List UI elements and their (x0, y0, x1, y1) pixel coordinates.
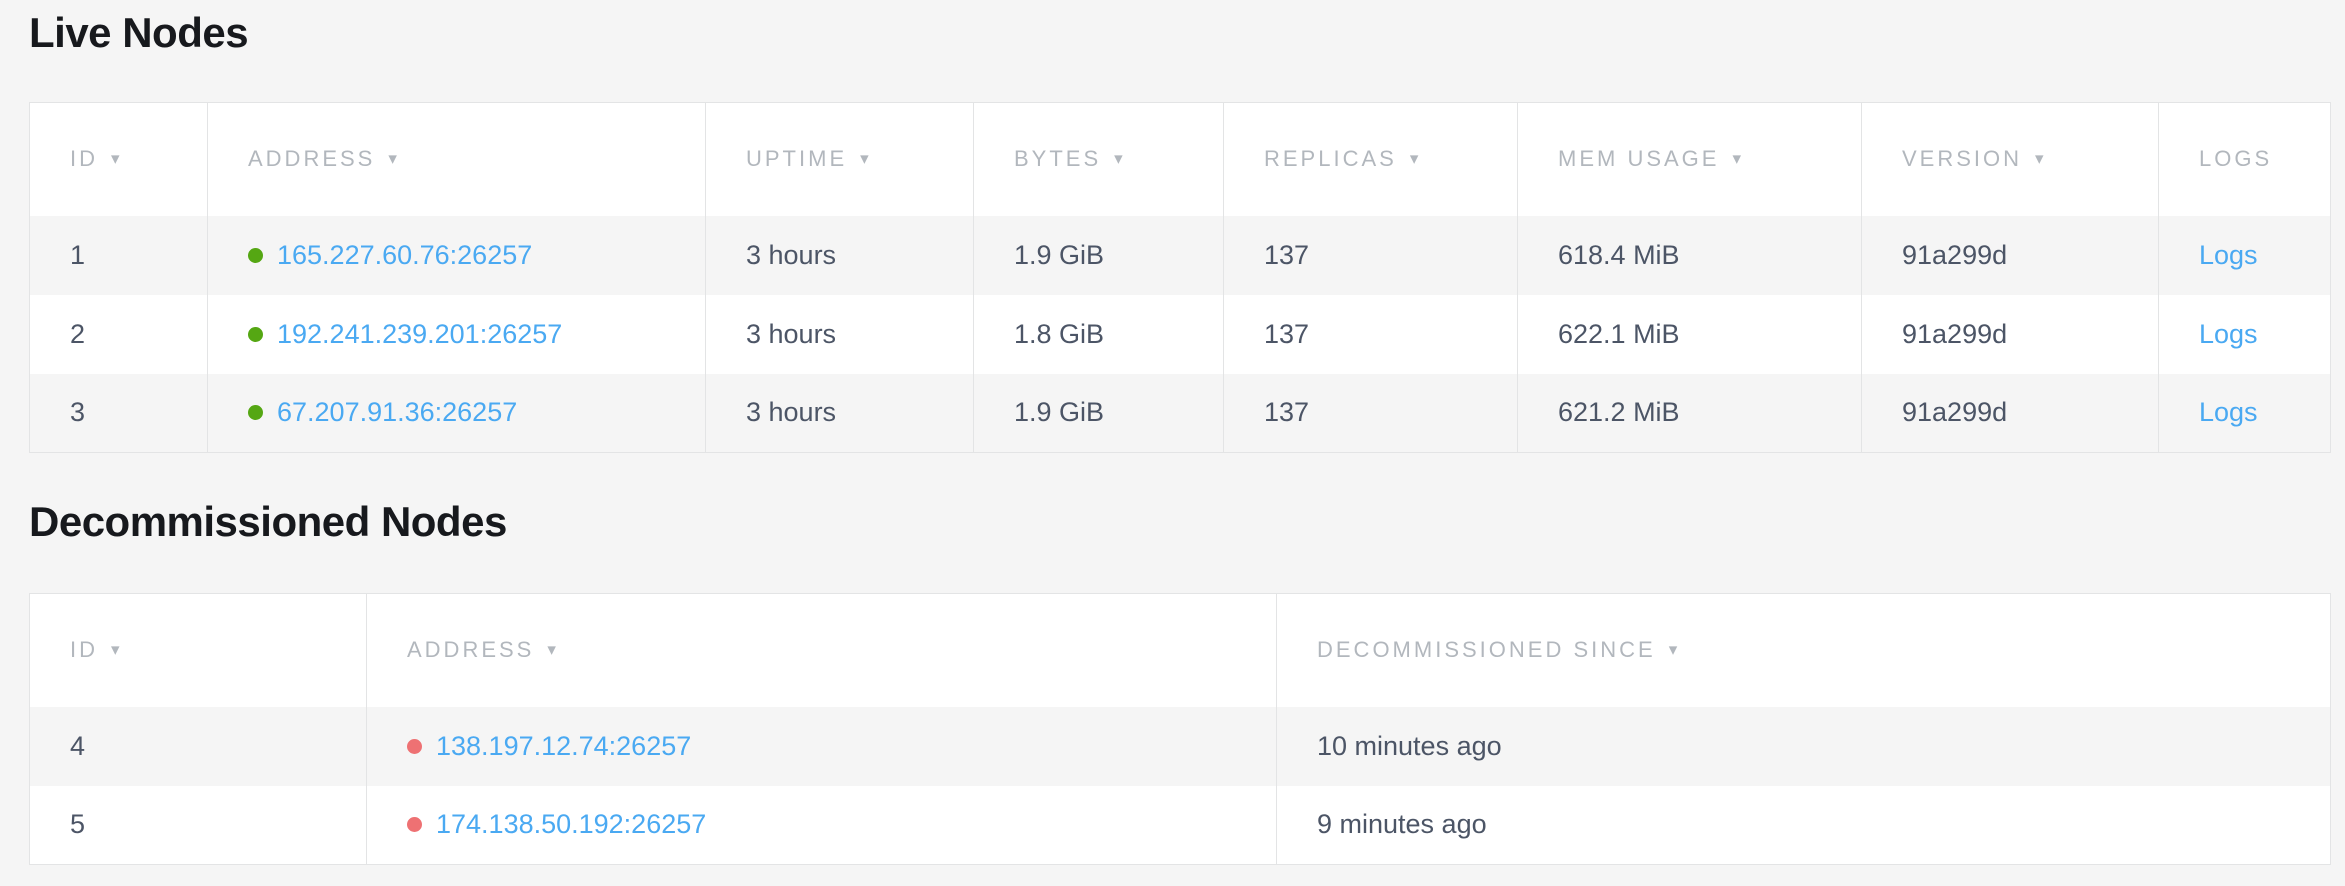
node-address-cell: 192.241.239.201:26257 (208, 295, 706, 374)
node-address-link[interactable]: 138.197.12.74:26257 (436, 731, 691, 761)
decommissioned-nodes-section: Decommissioned Nodes ID ▾ ADDRESS ▾ DECOMM… (29, 497, 2330, 865)
column-header-label: ID (70, 146, 98, 171)
column-header-label: REPLICAS (1264, 146, 1397, 171)
column-header-mem-usage[interactable]: MEM USAGE ▾ (1518, 103, 1862, 216)
logs-link[interactable]: Logs (2199, 240, 2258, 270)
node-id-cell: 3 (30, 374, 208, 453)
sort-arrow-icon: ▾ (860, 149, 869, 169)
decommissioned-nodes-table: ID ▾ ADDRESS ▾ DECOMMISSIONED SINCE ▾ 4 138… (29, 593, 2331, 865)
live-nodes-table: ID ▾ ADDRESS ▾ UPTIME ▾ BYTES ▾ REPLICAS ▾ (29, 102, 2331, 453)
sort-arrow-icon: ▾ (1669, 640, 1678, 660)
table-row: 4 138.197.12.74:26257 10 minutes ago (30, 707, 2331, 786)
replicas-cell: 137 (1224, 216, 1518, 295)
table-row: 3 67.207.91.36:26257 3 hours 1.9 GiB 137… (30, 374, 2331, 453)
sort-arrow-icon: ▾ (547, 640, 556, 660)
uptime-cell: 3 hours (706, 216, 974, 295)
node-id-cell: 2 (30, 295, 208, 374)
column-header-uptime[interactable]: UPTIME ▾ (706, 103, 974, 216)
node-id-cell: 1 (30, 216, 208, 295)
table-row: 5 174.138.50.192:26257 9 minutes ago (30, 786, 2331, 865)
column-header-label: ADDRESS (248, 146, 375, 171)
logs-cell: Logs (2159, 295, 2331, 374)
column-header-label: ID (70, 637, 98, 662)
column-header-logs: LOGS (2159, 103, 2331, 216)
sort-arrow-icon: ▾ (111, 640, 120, 660)
node-address-link[interactable]: 174.138.50.192:26257 (436, 809, 706, 839)
column-header-label: UPTIME (746, 146, 847, 171)
table-row: 1 165.227.60.76:26257 3 hours 1.9 GiB 13… (30, 216, 2331, 295)
uptime-cell: 3 hours (706, 295, 974, 374)
bytes-cell: 1.8 GiB (974, 295, 1224, 374)
column-header-label: BYTES (1014, 146, 1101, 171)
mem-usage-cell: 621.2 MiB (1518, 374, 1862, 453)
live-status-icon (248, 405, 263, 420)
live-nodes-title: Live Nodes (29, 8, 2330, 58)
decommissioned-nodes-header-row: ID ▾ ADDRESS ▾ DECOMMISSIONED SINCE ▾ (30, 594, 2331, 707)
replicas-cell: 137 (1224, 374, 1518, 453)
column-header-label: MEM USAGE (1558, 146, 1719, 171)
bytes-cell: 1.9 GiB (974, 216, 1224, 295)
node-id-cell: 5 (30, 786, 367, 865)
node-address-cell: 138.197.12.74:26257 (367, 707, 1277, 786)
column-header-label: VERSION (1902, 146, 2022, 171)
column-header-id[interactable]: ID ▾ (30, 594, 367, 707)
bytes-cell: 1.9 GiB (974, 374, 1224, 453)
sort-arrow-icon: ▾ (2035, 149, 2044, 169)
replicas-cell: 137 (1224, 295, 1518, 374)
decommissioned-since-cell: 10 minutes ago (1277, 707, 2331, 786)
decommissioned-since-cell: 9 minutes ago (1277, 786, 2331, 865)
column-header-address[interactable]: ADDRESS ▾ (208, 103, 706, 216)
column-header-decommissioned-since[interactable]: DECOMMISSIONED SINCE ▾ (1277, 594, 2331, 707)
table-row: 2 192.241.239.201:26257 3 hours 1.8 GiB … (30, 295, 2331, 374)
logs-cell: Logs (2159, 216, 2331, 295)
node-address-cell: 165.227.60.76:26257 (208, 216, 706, 295)
node-id-cell: 4 (30, 707, 367, 786)
version-cell: 91a299d (1862, 295, 2159, 374)
uptime-cell: 3 hours (706, 374, 974, 453)
column-header-id[interactable]: ID ▾ (30, 103, 208, 216)
version-cell: 91a299d (1862, 216, 2159, 295)
column-header-label: DECOMMISSIONED SINCE (1317, 637, 1656, 662)
column-header-label: LOGS (2199, 146, 2272, 171)
sort-arrow-icon: ▾ (111, 149, 120, 169)
sort-arrow-icon: ▾ (388, 149, 397, 169)
column-header-version[interactable]: VERSION ▾ (1862, 103, 2159, 216)
sort-arrow-icon: ▾ (1114, 149, 1123, 169)
node-address-link[interactable]: 192.241.239.201:26257 (277, 319, 562, 349)
nodes-overview-page: Live Nodes ID ▾ ADDRESS ▾ UPTIME ▾ (0, 0, 2345, 865)
node-address-cell: 174.138.50.192:26257 (367, 786, 1277, 865)
live-nodes-section: Live Nodes ID ▾ ADDRESS ▾ UPTIME ▾ (29, 8, 2330, 453)
column-header-replicas[interactable]: REPLICAS ▾ (1224, 103, 1518, 216)
mem-usage-cell: 622.1 MiB (1518, 295, 1862, 374)
node-address-link[interactable]: 67.207.91.36:26257 (277, 397, 517, 427)
live-nodes-header-row: ID ▾ ADDRESS ▾ UPTIME ▾ BYTES ▾ REPLICAS ▾ (30, 103, 2331, 216)
logs-link[interactable]: Logs (2199, 397, 2258, 427)
mem-usage-cell: 618.4 MiB (1518, 216, 1862, 295)
column-header-bytes[interactable]: BYTES ▾ (974, 103, 1224, 216)
column-header-label: ADDRESS (407, 637, 534, 662)
node-address-link[interactable]: 165.227.60.76:26257 (277, 240, 532, 270)
sort-arrow-icon: ▾ (1410, 149, 1419, 169)
column-header-address[interactable]: ADDRESS ▾ (367, 594, 1277, 707)
node-address-cell: 67.207.91.36:26257 (208, 374, 706, 453)
live-status-icon (248, 248, 263, 263)
sort-arrow-icon: ▾ (1732, 149, 1741, 169)
version-cell: 91a299d (1862, 374, 2159, 453)
decommissioned-status-icon (407, 817, 422, 832)
logs-link[interactable]: Logs (2199, 319, 2258, 349)
live-status-icon (248, 327, 263, 342)
decommissioned-nodes-title: Decommissioned Nodes (29, 497, 2330, 547)
decommissioned-status-icon (407, 739, 422, 754)
logs-cell: Logs (2159, 374, 2331, 453)
